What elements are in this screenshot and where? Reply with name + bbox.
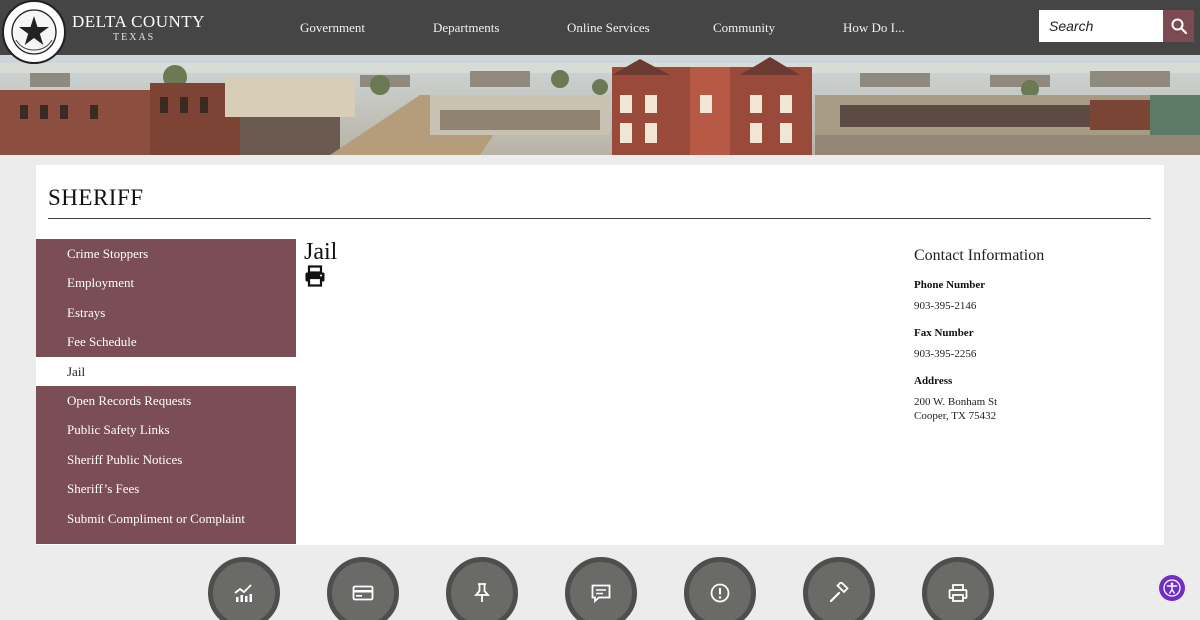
nav-how-do-i[interactable]: How Do I...: [843, 20, 905, 36]
phone-number[interactable]: 903-395-2146: [914, 299, 1144, 313]
contact-title: Contact Information: [914, 247, 1045, 264]
search-button[interactable]: [1163, 10, 1194, 42]
nav-departments[interactable]: Departments: [433, 20, 499, 36]
sidebar-item-sheriff-public-notices[interactable]: Sheriff Public Notices: [36, 444, 296, 475]
banner-image: [0, 55, 1200, 155]
chart-icon: [234, 584, 252, 602]
seal-graphic: [2, 0, 66, 64]
contact-information: Contact Information Phone Number 903-395…: [914, 247, 1144, 437]
nav-community[interactable]: Community: [713, 20, 775, 36]
accessibility-button[interactable]: [1159, 575, 1185, 601]
phone-label: Phone Number: [914, 279, 986, 291]
search-input[interactable]: [1039, 10, 1163, 42]
pushpin-icon: [474, 583, 490, 602]
quick-link-court[interactable]: [803, 557, 875, 620]
content-title: Jail: [304, 239, 338, 265]
sidebar-item-open-records-requests[interactable]: Open Records Requests: [36, 385, 296, 416]
brand-name[interactable]: DELTA COUNTY: [72, 12, 205, 32]
quick-link-feedback[interactable]: [565, 557, 637, 620]
sidebar-item-sheriffs-fees[interactable]: Sheriff’s Fees: [36, 474, 296, 504]
alert-icon: [710, 583, 730, 603]
historic-town-banner: [0, 55, 1200, 155]
comment-icon: [591, 584, 611, 603]
printer-icon: [948, 584, 968, 602]
quick-link-alerts[interactable]: [684, 557, 756, 620]
fax-label: Fax Number: [914, 327, 974, 339]
address[interactable]: 200 W. Bonham St Cooper, TX 75432: [914, 395, 1144, 423]
sidebar-item-public-safety-links[interactable]: Public Safety Links: [36, 415, 296, 445]
search-icon: [1171, 18, 1187, 34]
gavel-icon: [829, 582, 849, 603]
fax-number: 903-395-2256: [914, 348, 977, 360]
sidebar-item-employment[interactable]: Employment: [36, 268, 296, 298]
nav-government[interactable]: Government: [300, 20, 365, 36]
title-divider: [48, 218, 1151, 219]
sidebar-item-crime-stoppers[interactable]: Crime Stoppers: [36, 239, 296, 269]
credit-card-icon: [352, 585, 374, 601]
address-label: Address: [914, 375, 953, 387]
printer-icon: [305, 265, 325, 287]
sidebar-item-fee-schedule[interactable]: Fee Schedule: [36, 327, 296, 357]
main-content-panel: SHERIFF Crime Stoppers Employment Estray…: [36, 165, 1164, 545]
sidebar-item-estrays[interactable]: Estrays: [36, 297, 296, 328]
nav-online-services[interactable]: Online Services: [567, 20, 650, 36]
print-button[interactable]: [304, 265, 328, 289]
address-line-1: 200 W. Bonham St: [914, 396, 998, 408]
address-line-2: Cooper, TX 75432: [914, 410, 997, 422]
site-header: DELTA COUNTY TEXAS Government Department…: [0, 0, 1200, 64]
quick-link-statistics[interactable]: [208, 557, 280, 620]
sidebar-bottom-padding: [36, 532, 296, 544]
brand-subtitle: TEXAS: [113, 32, 156, 43]
quick-link-payments[interactable]: [327, 557, 399, 620]
page-title: SHERIFF: [48, 185, 144, 210]
sidebar-item-submit-compliment[interactable]: Submit Compliment or Complaint: [36, 503, 296, 533]
sidebar-item-jail[interactable]: Jail: [36, 356, 296, 386]
sidebar-nav: Crime Stoppers Employment Estrays Fee Sc…: [36, 239, 296, 545]
quick-link-notices[interactable]: [446, 557, 518, 620]
quick-link-print[interactable]: [922, 557, 994, 620]
county-seal-logo[interactable]: [2, 0, 66, 64]
accessibility-icon: [1163, 579, 1181, 597]
